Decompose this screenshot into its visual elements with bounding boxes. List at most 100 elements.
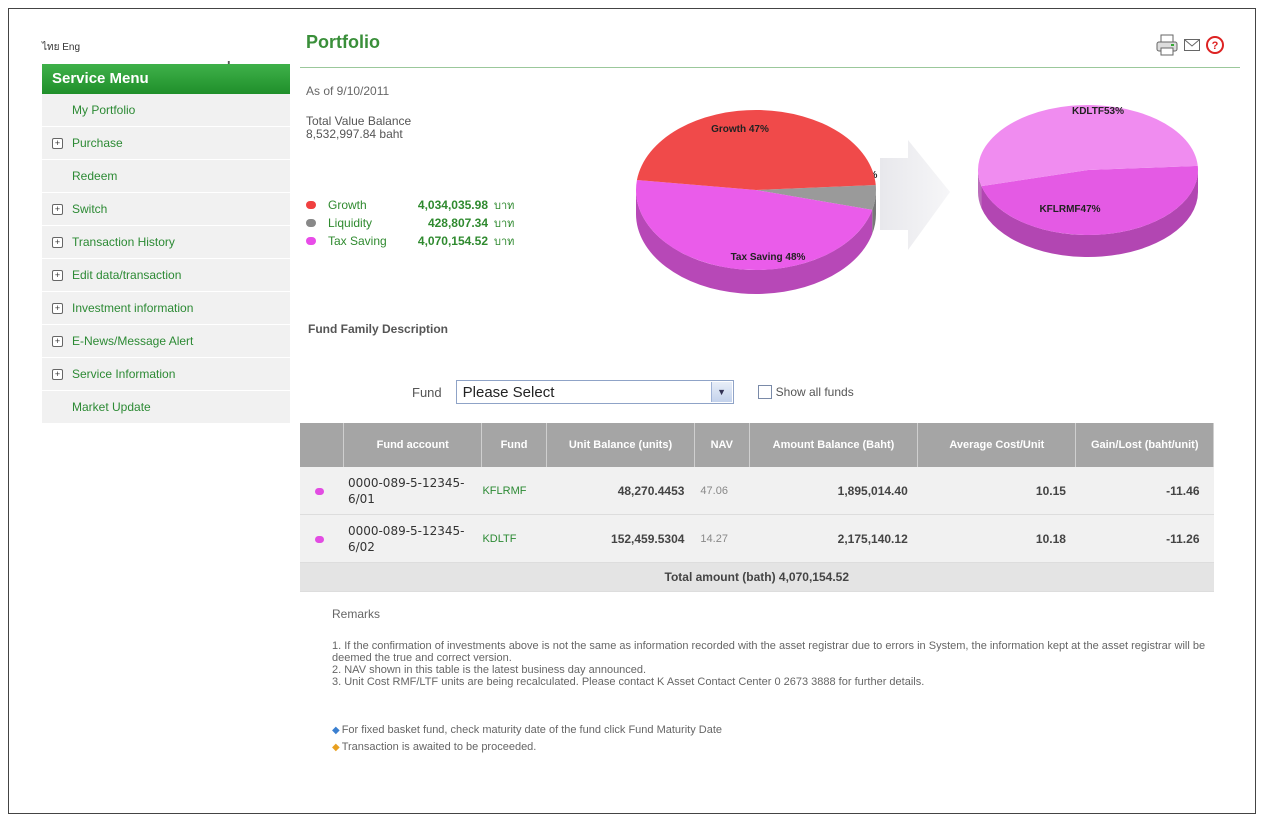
fund-code-cell: KDLTF [481,514,547,563]
svg-text:?: ? [1212,40,1219,52]
fund-account-cell[interactable]: 0000-089-5-12345-6/02 [343,514,482,563]
total-amount: Total amount (bath) 4,070,154.52 [300,562,1214,592]
sidebar-item[interactable]: + E-News/Message Alert [42,325,290,358]
legend-currency: บาท [494,200,515,212]
table-row[interactable]: 0000-089-5-12345-6/02 KDLTF 152,459.5304 14… [300,514,1214,563]
remark-note: 3. Unit Cost RMF/LTF units are being rec… [332,676,925,688]
remark-tip: ◆ For fixed basket fund, check maturity d… [332,722,722,739]
legend-currency: บาท [494,218,515,230]
column-header: NAV [694,423,750,467]
legend-name: Tax Saving [328,234,387,248]
row-marker [300,467,344,515]
portfolio-charts: Liquidity 5%Tax Saving 48%Growth 47%KFLR… [636,105,1198,295]
column-header: Unit Balance (units) [546,423,695,467]
sidebar-item-label: Redeem [72,169,118,183]
show-all-funds-label: Show all funds [775,385,854,399]
expand-plus-icon[interactable]: + [52,269,63,281]
sidebar-item[interactable]: + Edit data/transaction [42,259,290,292]
sidebar-item[interactable]: + Investment information [42,292,290,325]
legend-value: 428,807.34 [427,216,488,230]
fund-table: Fund account Fund Unit Balance (units) N… [300,423,1214,592]
expand-plus-icon[interactable]: + [52,302,63,314]
language-switch[interactable]: ไทย Eng [42,40,80,55]
total-row: Total amount (bath) 4,070,154.52 [300,562,1214,592]
legend-currency: บาท [494,236,515,248]
remarks-notes: 1. If the confirmation of investments ab… [332,640,1212,688]
expand-plus-icon[interactable]: + [52,203,63,215]
sidebar-item[interactable]: + Service Information [42,358,290,391]
sidebar-item-label: Transaction History [72,235,175,249]
show-all-funds-option[interactable]: Show all funds [757,385,854,399]
fund-select-value: Please Select [462,383,555,401]
column-header: Amount Balance (Baht) [749,423,919,467]
expand-plus-icon[interactable]: + [52,368,63,380]
pie-slice [636,109,876,190]
table-row[interactable]: 0000-089-5-12345-6/01 KFLRMF 48,270.4453 47… [300,467,1214,515]
expand-plus-icon[interactable]: + [52,137,63,149]
remarks-heading: Remarks [332,607,381,621]
help-icon[interactable]: ? [1206,36,1224,54]
pie-slice-label: KFLRMF47% [1039,204,1100,215]
total-value-balance: Total Value Balance 8,532,997.84 baht [306,115,411,141]
legend-row: Growth 4,034,035.98 บาท [306,196,514,214]
remark-tip: ◆ Transaction is awaited to be proceeded. [332,739,722,756]
service-menu: Service Menu My Portfolio + Purchase Redeem… [42,64,290,424]
column-marker [300,423,345,467]
expand-plus-icon[interactable]: + [52,236,63,248]
sidebar-item[interactable]: Market Update [42,391,290,424]
unit-balance-cell: 48,270.4453 [546,467,695,515]
nav-cell: 14.27 [694,514,750,563]
gain-lost-cell: -11.46 [1075,467,1214,515]
sidebar-item-label: E-News/Message Alert [72,334,194,348]
chart-arrow [880,140,950,250]
remark-note: 1. If the confirmation of investments ab… [332,640,1206,664]
sidebar-item-label: Service Information [72,367,176,381]
sidebar-item-label: My Portfolio [72,103,136,117]
page-tools: ? [1156,34,1224,56]
remarks-tips: ◆ For fixed basket fund, check maturity d… [332,722,722,756]
expand-plus-icon[interactable]: + [52,335,63,347]
pie-slice-label: Growth 47% [711,124,769,135]
fund-account-cell[interactable]: 0000-089-5-12345-6/01 [343,467,482,515]
sidebar-item[interactable]: + Transaction History [42,226,290,259]
page-title: Portfolio [306,32,380,52]
fund-select[interactable]: Please Select ▼ [455,380,734,404]
service-menu-heading: Service Menu [42,64,290,94]
sidebar-item-label: Edit data/transaction [72,268,182,282]
sidebar-item[interactable]: + Switch [42,193,290,226]
amount-balance-cell: 2,175,140.12 [749,514,918,563]
sidebar-item-label: Investment information [72,301,194,315]
legend-dot [306,219,316,227]
unit-balance-cell: 152,459.5304 [546,514,695,563]
nav-cell: 47.06 [694,467,750,515]
total-value-amount: 8,532,997.84 baht [306,127,403,141]
legend-value: 4,034,035.98 [417,198,488,212]
column-header: Gain/Lost (baht/unit) [1075,423,1214,467]
row-marker [300,514,344,563]
legend-dot [306,237,316,245]
as-of-date: As of 9/10/2011 [306,84,390,98]
title-divider [300,67,1240,68]
amount-balance-cell: 1,895,014.40 [749,467,918,515]
column-header: Fund account [343,423,482,467]
fund-filter: Fund Please Select ▼ Show all funds [412,380,854,404]
row-dot-icon [315,487,324,495]
legend-row: Tax Saving 4,070,154.52 บาท [306,232,514,250]
sidebar-item[interactable]: + Purchase [42,127,290,160]
diamond-icon: ◆ [332,725,340,736]
column-header: Fund [481,423,548,467]
print-icon[interactable] [1156,34,1178,56]
email-icon[interactable] [1184,39,1200,51]
gain-lost-cell: -11.26 [1075,514,1214,563]
show-all-funds-checkbox[interactable] [757,385,772,399]
remark-note: 2. NAV shown in this table is the latest… [332,664,647,676]
fund-label: Fund [412,384,442,400]
sidebar-item[interactable]: Redeem [42,160,290,193]
sidebar-item-label: Market Update [72,400,151,414]
table-header-row: Fund account Fund Unit Balance (units) N… [300,423,1214,467]
diamond-icon: ◆ [332,742,340,753]
sidebar-item-label: Purchase [72,136,123,150]
sidebar-item[interactable]: My Portfolio [42,94,290,127]
chevron-down-icon[interactable]: ▼ [710,382,732,402]
fund-code-cell: KFLRMF [481,467,547,515]
